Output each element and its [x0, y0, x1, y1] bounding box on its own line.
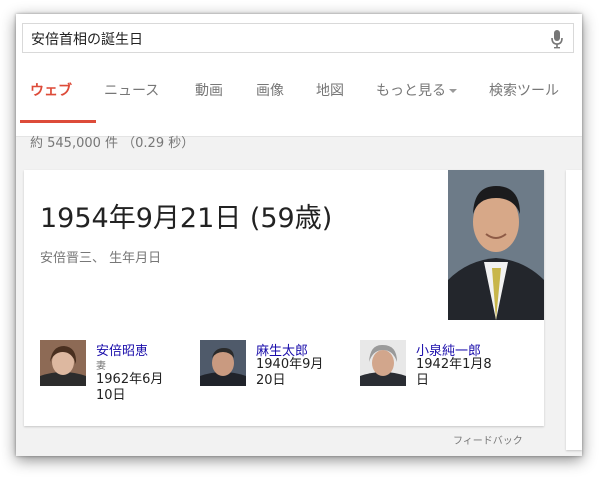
chevron-down-icon — [449, 89, 457, 93]
browser-window: 安倍首相の誕生日 ウェブ ニュース 動画 画像 地図 もっと見る 検索ツール 約… — [16, 14, 582, 456]
search-input[interactable]: 安倍首相の誕生日 — [22, 23, 574, 53]
search-header: 安倍首相の誕生日 ウェブ ニュース 動画 画像 地図 もっと見る 検索ツール — [16, 14, 582, 137]
portrait-image — [360, 340, 406, 386]
answer-subject: 安倍晋三、 生年月日 — [40, 251, 162, 266]
related-person-2[interactable]: 麻生太郎 1940年9月20日 — [200, 340, 350, 410]
tab-web[interactable]: ウェブ — [30, 80, 72, 100]
answer-card: 1954年9月21日 (59歳) 安倍晋三、 生年月日 安倍昭恵 妻 1962年… — [24, 170, 544, 426]
result-stats: 約 545,000 件 （0.29 秒） — [30, 136, 195, 151]
person-relation: 妻 — [96, 361, 106, 372]
tab-images[interactable]: 画像 — [256, 80, 284, 100]
search-query[interactable]: 安倍首相の誕生日 — [31, 29, 143, 49]
answer-birth-date: 1954年9月21日 (59歳) — [40, 203, 333, 234]
subject-photo[interactable] — [448, 170, 544, 320]
person-photo — [200, 340, 246, 386]
related-person-3[interactable]: 小泉純一郎 1942年1月8日 — [360, 340, 510, 410]
person-photo — [40, 340, 86, 386]
adjacent-card-edge — [566, 170, 582, 450]
tab-more[interactable]: もっと見る — [376, 80, 457, 100]
person-birth-date: 1940年9月20日 — [256, 357, 324, 388]
portrait-image — [448, 170, 544, 320]
active-tab-indicator — [20, 120, 96, 123]
portrait-image — [200, 340, 246, 386]
person-photo — [360, 340, 406, 386]
related-person-1[interactable]: 安倍昭恵 妻 1962年6月10日 — [40, 340, 190, 410]
person-birth-date: 1962年6月10日 — [96, 372, 164, 403]
feedback-link[interactable]: フィードバック — [453, 432, 523, 447]
microphone-icon[interactable] — [549, 29, 565, 49]
tab-videos[interactable]: 動画 — [195, 80, 223, 100]
tab-news[interactable]: ニュース — [104, 80, 159, 100]
person-birth-date: 1942年1月8日 — [416, 357, 492, 388]
tab-search-tools[interactable]: 検索ツール — [489, 80, 559, 100]
portrait-image — [40, 340, 86, 386]
tab-more-label: もっと見る — [376, 83, 446, 99]
search-tabs: ウェブ ニュース 動画 画像 地図 もっと見る 検索ツール — [16, 80, 582, 123]
tab-maps[interactable]: 地図 — [316, 80, 344, 100]
